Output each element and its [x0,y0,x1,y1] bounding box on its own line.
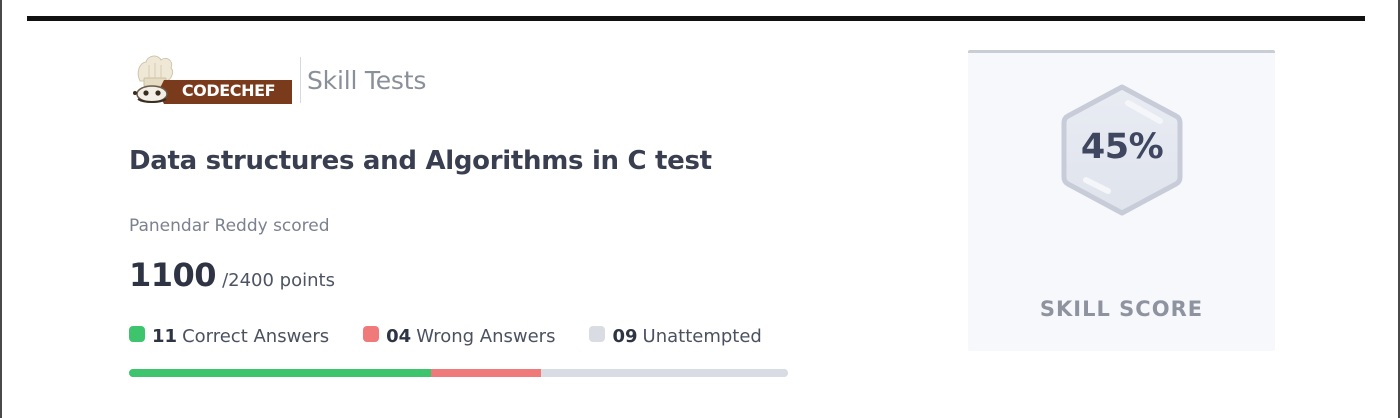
window-frame-left [0,0,2,418]
wrong-count: 04 [386,326,412,347]
score-line: 1100 /2400 points [129,256,335,294]
brand-header: CODECHEF Skill Tests [130,50,426,110]
legend-wrong: 04 Wrong Answers [363,325,556,347]
logo-wordmark: CODECHEF [181,81,276,100]
correct-label: Correct Answers [182,326,330,347]
hexagon-badge-icon: 45% [1060,83,1184,217]
top-divider [27,16,1365,21]
candidate-scored-label: Panendar Reddy scored [129,216,330,236]
skill-percent: 45% [1080,127,1164,167]
correct-count: 11 [152,326,178,347]
legend-unattempted: 09 Unattempted [589,325,762,347]
answers-legend: 11 Correct Answers 04 Wrong Answers 09 U… [129,325,762,347]
wrong-label: Wrong Answers [416,326,556,347]
wrong-dot-icon [363,325,380,342]
skill-score-card: 45% SKILL SCORE [968,50,1275,351]
correct-dot-icon [129,325,145,342]
progress-unattempted-segment [540,369,788,377]
unattempted-count: 09 [612,326,638,347]
product-name[interactable]: Skill Tests [307,66,426,95]
legend-correct: 11 Correct Answers [129,325,330,347]
codechef-logo[interactable]: CODECHEF [130,51,292,109]
test-title: Data structures and Algorithms in C test [129,146,712,176]
progress-wrong-segment [430,369,541,377]
brand-divider [300,57,301,103]
score-value: 1100 [129,256,217,294]
unattempted-dot-icon [589,325,606,342]
progress-correct-segment [129,369,431,377]
skill-score-label: SKILL SCORE [1039,297,1204,321]
score-total: /2400 points [222,270,335,291]
answers-progress-bar [129,369,788,377]
unattempted-label: Unattempted [642,326,762,347]
